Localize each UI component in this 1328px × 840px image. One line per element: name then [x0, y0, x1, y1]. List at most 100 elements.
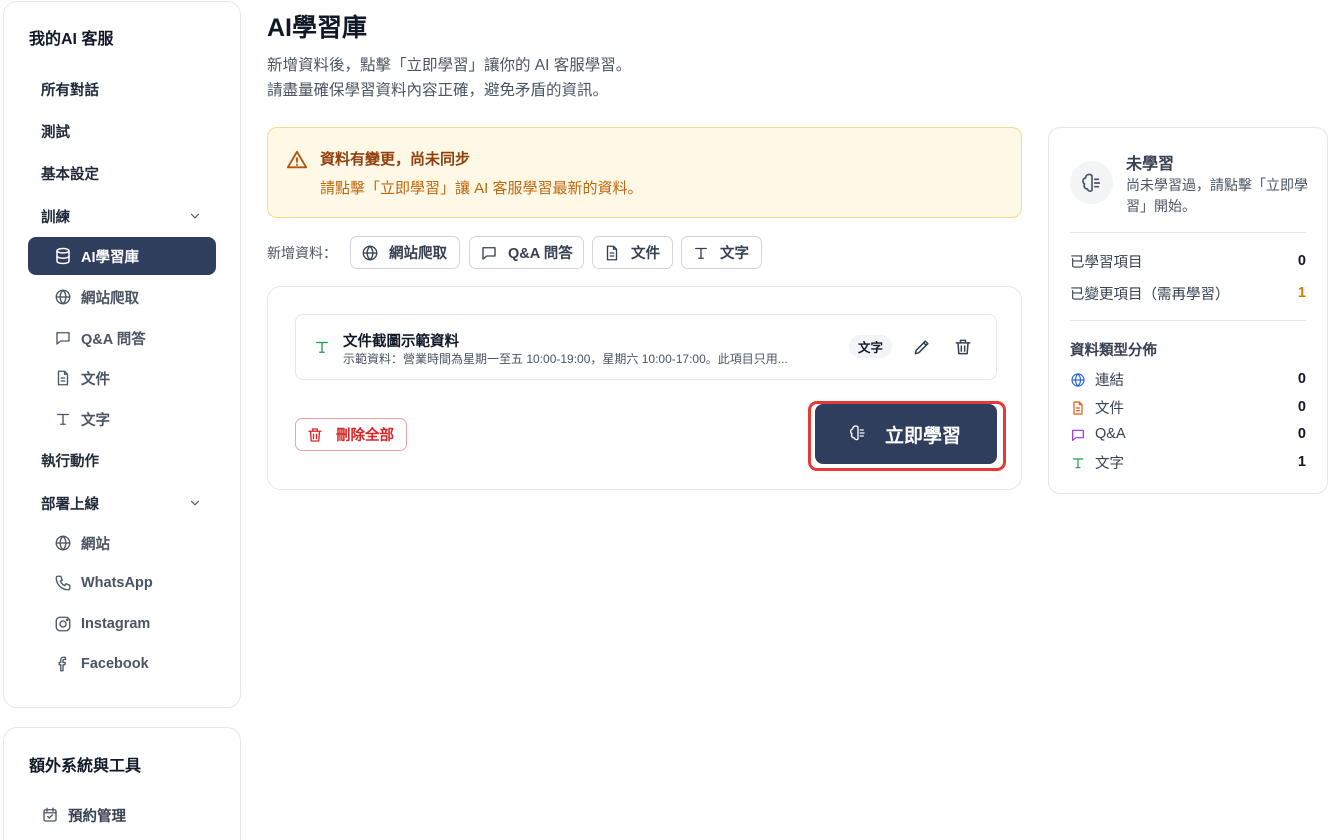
sidebar-item-documents[interactable]: 文件 [28, 359, 216, 397]
sidebar-item-label: 測試 [41, 124, 70, 141]
list-item[interactable]: 文件截圖示範資料 示範資料：營業時間為星期一至五 10:00-19:00，星期六… [295, 314, 997, 380]
item-title: 文件截圖示範資料 [343, 334, 459, 350]
stat-value: 0 [1297, 253, 1306, 269]
page-description-line: 請盡量確保學習資料內容正確，避免矛盾的資訊。 [267, 82, 609, 99]
brain-icon [1081, 173, 1100, 192]
learning-items-panel: 文件截圖示範資料 示範資料：營業時間為星期一至五 10:00-19:00，星期六… [267, 286, 1022, 490]
sidebar-extra-tools: 額外系統與工具 預約管理 [3, 727, 241, 840]
text-icon [1070, 454, 1086, 470]
sidebar-title: 我的AI 客服 [29, 31, 114, 48]
sidebar-item-actions[interactable]: 執行動作 [28, 441, 216, 479]
sidebar-item-label: Q&A 問答 [81, 331, 146, 348]
button-label: 立即學習 [885, 425, 962, 447]
sidebar-item-label: 基本設定 [41, 166, 99, 183]
sidebar-item-web-crawl[interactable]: 網站爬取 [28, 278, 216, 316]
sidebar-item-qa[interactable]: Q&A 問答 [28, 319, 216, 357]
globe-icon [361, 244, 379, 262]
globe-icon [54, 534, 72, 552]
distribution-row-document: 文件 0 [1070, 396, 1306, 418]
chat-icon [480, 244, 498, 262]
sidebar-item-label: 執行動作 [41, 453, 99, 470]
chevron-down-icon [190, 213, 200, 219]
chat-icon [54, 329, 72, 347]
page-description-line: 新增資料後，點擊「立即學習」讓你的 AI 客服學習。 [267, 57, 632, 74]
alert-title: 資料有變更，尚未同步 [320, 151, 471, 168]
stat-learned: 已學習項目 0 [1070, 250, 1306, 272]
sidebar-item-ai-library[interactable]: AI學習庫 [28, 237, 216, 275]
distribution-label: Q&A [1095, 426, 1126, 442]
warning-icon [286, 150, 308, 169]
sidebar-extra-title: 額外系統與工具 [29, 758, 142, 775]
status-avatar [1070, 161, 1113, 204]
sidebar-item-training[interactable]: 訓練 [28, 197, 216, 235]
trash-icon [306, 426, 324, 444]
learning-status-card: 未學習 尚未學習過，請點擊「立即學習」開始。 已學習項目 0 已變更項目（需再學… [1048, 127, 1328, 494]
distribution-label: 文件 [1095, 400, 1124, 417]
text-icon [692, 244, 710, 262]
phone-icon [54, 574, 72, 592]
trash-icon[interactable] [953, 337, 973, 357]
item-type-badge: 文字 [849, 335, 893, 358]
sidebar-item-test[interactable]: 測試 [28, 112, 216, 150]
sidebar-item-label: 文件 [81, 371, 110, 388]
distribution-title: 資料類型分佈 [1070, 343, 1157, 359]
facebook-icon [54, 655, 72, 673]
add-web-crawl-button[interactable]: 網站爬取 [350, 236, 460, 269]
distribution-value: 1 [1297, 454, 1306, 470]
sidebar-item-facebook[interactable]: Facebook [28, 645, 216, 683]
sidebar-item-booking[interactable]: 預約管理 [28, 796, 216, 834]
distribution-row-link: 連結 0 [1070, 368, 1306, 390]
distribution-label: 連結 [1095, 372, 1124, 389]
calendar-icon [41, 806, 59, 824]
stat-value: 1 [1297, 285, 1306, 301]
file-icon [603, 244, 621, 262]
stat-label: 已學習項目 [1070, 254, 1143, 271]
divider [1070, 232, 1306, 233]
sidebar-item-conversations[interactable]: 所有對話 [28, 70, 216, 108]
text-icon [54, 410, 72, 428]
distribution-value: 0 [1297, 371, 1306, 387]
sidebar-item-basic-settings[interactable]: 基本設定 [28, 154, 216, 192]
globe-icon [1070, 371, 1086, 387]
sidebar-item-label: AI學習庫 [81, 249, 139, 266]
distribution-row-text: 文字 1 [1070, 451, 1306, 473]
status-title: 未學習 [1126, 156, 1175, 173]
button-label: Q&A 問答 [508, 246, 573, 262]
page-title: AI學習庫 [267, 14, 368, 42]
stat-changed: 已變更項目（需再學習） 1 [1070, 282, 1306, 304]
sidebar-item-label: 網站 [81, 536, 110, 553]
sidebar-item-whatsapp[interactable]: WhatsApp [28, 564, 216, 602]
add-document-button[interactable]: 文件 [592, 236, 673, 269]
sidebar-item-website[interactable]: 網站 [28, 524, 216, 562]
sidebar: 我的AI 客服 所有對話 測試 基本設定 訓練 AI學習庫 網站爬取 Q&A 問… [3, 1, 241, 708]
sidebar-item-label: 訓練 [41, 209, 70, 226]
sidebar-item-instagram[interactable]: Instagram [28, 605, 216, 643]
sidebar-item-deploy[interactable]: 部署上線 [28, 484, 216, 522]
distribution-row-qa: Q&A 0 [1070, 423, 1306, 445]
sidebar-item-text[interactable]: 文字 [28, 400, 216, 438]
file-icon [1070, 399, 1086, 415]
distribution-value: 0 [1297, 399, 1306, 415]
add-text-button[interactable]: 文字 [681, 236, 762, 269]
file-icon [54, 369, 72, 387]
sidebar-item-label: 預約管理 [68, 808, 126, 825]
button-label: 文件 [631, 246, 660, 262]
distribution-value: 0 [1297, 426, 1306, 442]
sidebar-item-label: WhatsApp [81, 575, 153, 591]
sidebar-item-label: Instagram [81, 616, 151, 632]
item-description: 示範資料：營業時間為星期一至五 10:00-19:00，星期六 10:00-17… [343, 352, 788, 366]
distribution-label: 文字 [1095, 455, 1124, 472]
stat-label: 已變更項目（需再學習） [1070, 286, 1230, 303]
button-label: 網站爬取 [389, 246, 447, 262]
delete-all-button[interactable]: 刪除全部 [295, 418, 407, 451]
edit-icon[interactable] [912, 337, 932, 357]
add-qa-button[interactable]: Q&A 問答 [469, 236, 584, 269]
learn-now-button[interactable]: 立即學習 [815, 404, 997, 464]
sidebar-item-label: 網站爬取 [81, 290, 139, 307]
button-label: 文字 [720, 246, 749, 262]
status-description: 尚未學習過，請點擊「立即學習」開始。 [1126, 177, 1308, 214]
button-label: 刪除全部 [336, 428, 394, 444]
alert-body: 請點擊「立即學習」讓 AI 客服學習最新的資料。 [320, 180, 643, 197]
sidebar-item-label: 文字 [81, 412, 110, 429]
sync-warning-alert: 資料有變更，尚未同步 請點擊「立即學習」讓 AI 客服學習最新的資料。 [267, 127, 1022, 218]
